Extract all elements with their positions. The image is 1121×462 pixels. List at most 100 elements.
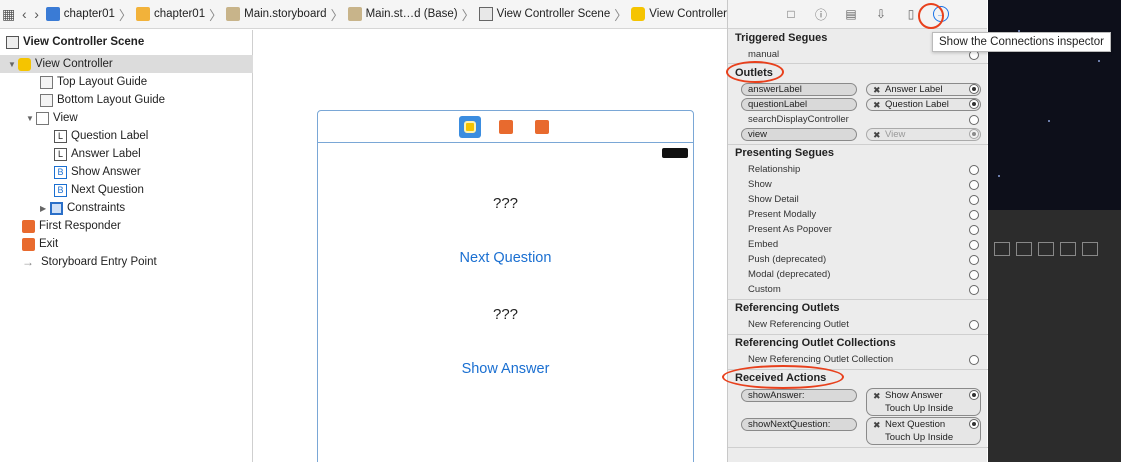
- disclosure-open-icon[interactable]: ▼: [8, 60, 18, 69]
- outline-item-constraints[interactable]: ▶ Constraints: [0, 199, 253, 217]
- outline-label: Question Label: [71, 130, 149, 142]
- related-items-icon[interactable]: ▦: [2, 4, 15, 24]
- connection-circle[interactable]: [969, 240, 979, 250]
- crumb-label: View Controller: [649, 8, 727, 20]
- outline-item-answer-label[interactable]: L Answer Label: [0, 145, 253, 163]
- outline-item-bottom-layout-guide[interactable]: Bottom Layout Guide: [0, 91, 253, 109]
- outline-scene-header[interactable]: View Controller Scene: [0, 33, 253, 51]
- outlet-target-answer-label[interactable]: ✖ Answer Label: [866, 83, 981, 96]
- disconnect-icon[interactable]: ✖: [873, 99, 881, 111]
- connection-circle[interactable]: [969, 255, 979, 265]
- exit-dock-icon[interactable]: [531, 116, 553, 138]
- outlet-answerLabel[interactable]: answerLabel: [741, 83, 857, 96]
- connection-circle-filled[interactable]: [969, 419, 979, 429]
- disconnect-icon[interactable]: ✖: [873, 129, 881, 141]
- layout-guide-icon: [40, 93, 53, 107]
- connection-circle[interactable]: [969, 180, 979, 190]
- action-showAnswer[interactable]: showAnswer:: [741, 389, 857, 402]
- connection-circle-filled[interactable]: [969, 390, 979, 400]
- next-question-button[interactable]: Next Question: [318, 250, 693, 266]
- outline-item-view-controller[interactable]: ▼ View Controller: [0, 55, 253, 73]
- segue-row: Present As Popover: [748, 224, 832, 235]
- new-referencing-outlet-collection: New Referencing Outlet Collection: [748, 354, 894, 365]
- segue-row: Custom: [748, 284, 781, 295]
- outline-item-top-layout-guide[interactable]: Top Layout Guide: [0, 73, 253, 91]
- crumb-label: Main.storyboard: [244, 8, 327, 20]
- outline-item-question-label[interactable]: L Question Label: [0, 127, 253, 145]
- connection-circle[interactable]: [969, 285, 979, 295]
- size-inspector-icon[interactable]: ▯: [903, 6, 919, 22]
- outline-item-show-answer[interactable]: B Show Answer: [0, 163, 253, 181]
- segue-row: Show Detail: [748, 194, 799, 205]
- disconnect-icon[interactable]: ✖: [873, 419, 881, 431]
- background-toolbar: [988, 235, 1121, 263]
- action-target-show-answer[interactable]: ✖ Show Answer Touch Up Inside: [866, 388, 981, 416]
- quick-help-icon[interactable]: ⓘ: [813, 6, 829, 22]
- label-icon: L: [54, 129, 67, 143]
- connection-circle[interactable]: [969, 210, 979, 220]
- connection-circle-filled[interactable]: [969, 84, 979, 94]
- storyboard-canvas[interactable]: ??? Next Question ??? Show Answer: [254, 30, 727, 462]
- disconnect-icon[interactable]: ✖: [873, 84, 881, 96]
- crumb-folder[interactable]: chapter01 〉: [135, 5, 226, 24]
- outline-item-exit[interactable]: Exit: [0, 235, 253, 253]
- file-inspector-icon[interactable]: □: [783, 6, 799, 22]
- attributes-inspector-icon[interactable]: ⇩: [873, 6, 889, 22]
- outline-item-next-question[interactable]: B Next Question: [0, 181, 253, 199]
- crumb-project[interactable]: chapter01 〉: [45, 5, 136, 24]
- connection-circle[interactable]: [969, 270, 979, 280]
- outline-label: Answer Label: [71, 148, 141, 160]
- connection-circle[interactable]: [969, 195, 979, 205]
- crumb-view-controller[interactable]: View Controller: [631, 7, 727, 21]
- action-target-next-question[interactable]: ✖ Next Question Touch Up Inside: [866, 417, 981, 445]
- forward-icon[interactable]: ›: [34, 4, 40, 24]
- outline-label: First Responder: [39, 220, 121, 232]
- view-controller-icon: [18, 57, 31, 71]
- exit-icon: [22, 237, 35, 251]
- button-icon: B: [54, 183, 67, 197]
- outlet-searchDisplayController: searchDisplayController: [748, 114, 849, 125]
- view-controller-scene[interactable]: ??? Next Question ??? Show Answer: [317, 110, 694, 462]
- layout-guide-icon: [40, 75, 53, 89]
- connection-circle[interactable]: [969, 225, 979, 235]
- question-label[interactable]: ???: [318, 195, 693, 212]
- scene-icon: [478, 7, 493, 21]
- disclosure-closed-icon[interactable]: ▶: [40, 204, 50, 213]
- answer-label[interactable]: ???: [318, 306, 693, 323]
- crumb-storyboard-base[interactable]: Main.st…d (Base) 〉: [347, 5, 479, 24]
- connection-circle[interactable]: [969, 165, 979, 175]
- connection-circle[interactable]: [969, 115, 979, 125]
- outline-item-storyboard-entry-point[interactable]: → Storyboard Entry Point: [0, 253, 253, 271]
- align-icon: [1038, 242, 1054, 256]
- disclosure-open-icon[interactable]: ▼: [26, 114, 36, 123]
- connection-circle[interactable]: [969, 320, 979, 330]
- outlet-target-view[interactable]: ✖ View: [866, 128, 981, 141]
- button-icon: B: [54, 165, 67, 179]
- crumb-scene[interactable]: View Controller Scene 〉: [478, 5, 632, 24]
- connection-circle[interactable]: [969, 355, 979, 365]
- section-title: Presenting Segues: [735, 147, 835, 159]
- inspector-tabs: □ ⓘ ▤ ⇩ ▯ →: [728, 0, 987, 29]
- section-title: Referencing Outlets: [735, 302, 840, 314]
- connection-circle-filled[interactable]: [969, 129, 979, 139]
- outline-label: View Controller: [35, 58, 113, 70]
- outline-label: Constraints: [67, 202, 126, 214]
- disconnect-icon[interactable]: ✖: [873, 390, 881, 402]
- first-responder-dock-icon[interactable]: [495, 116, 517, 138]
- view-controller-dock-icon[interactable]: [458, 115, 481, 138]
- connection-circle-filled[interactable]: [969, 99, 979, 109]
- crumb-storyboard[interactable]: Main.storyboard 〉: [226, 5, 347, 24]
- back-icon[interactable]: ‹: [21, 4, 27, 24]
- section-title: Triggered Segues: [735, 32, 828, 44]
- segue-row: Modal (deprecated): [748, 269, 831, 280]
- outlet-target-question-label[interactable]: ✖ Question Label: [866, 98, 981, 111]
- outlet-view[interactable]: view: [741, 128, 857, 141]
- outline-item-view[interactable]: ▼ View: [0, 109, 253, 127]
- outlet-questionLabel[interactable]: questionLabel: [741, 98, 857, 111]
- crumb-label: chapter01: [153, 8, 206, 20]
- outline-item-first-responder[interactable]: First Responder: [0, 217, 253, 235]
- crumb-label: chapter01: [63, 8, 115, 20]
- show-answer-button[interactable]: Show Answer: [318, 361, 693, 377]
- identity-inspector-icon[interactable]: ▤: [843, 6, 859, 22]
- action-showNextQuestion[interactable]: showNextQuestion:: [741, 418, 857, 431]
